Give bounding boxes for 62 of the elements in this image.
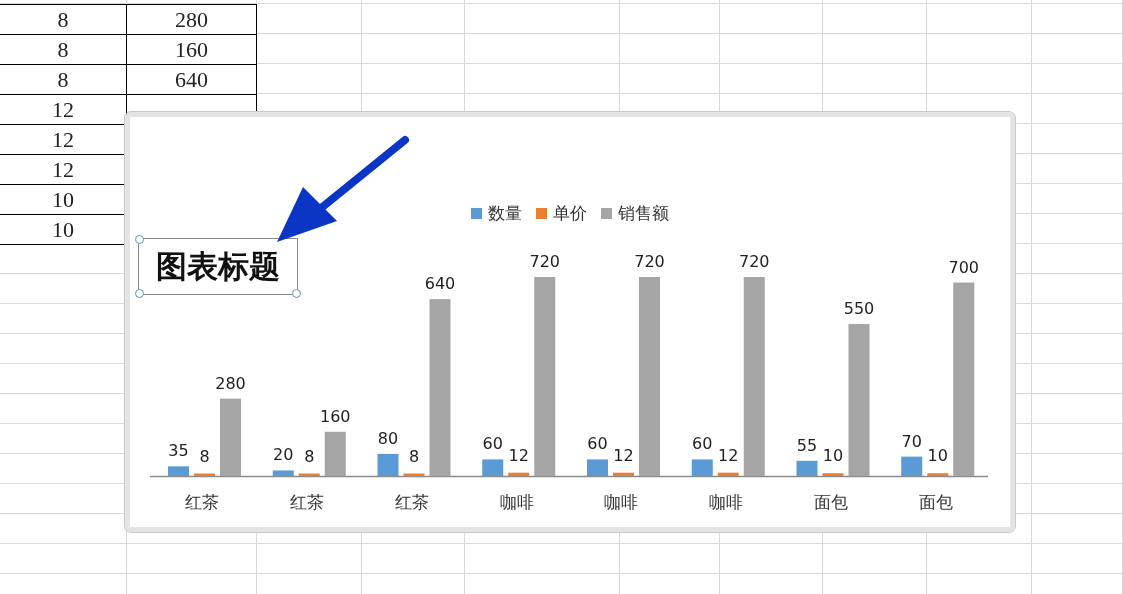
table-cell: 160	[127, 35, 257, 65]
bar	[194, 473, 215, 476]
table-cell: 8	[0, 35, 127, 65]
data-label: 720	[739, 252, 770, 271]
data-label: 70	[901, 431, 922, 451]
bar	[272, 470, 294, 476]
category-label: 红茶	[394, 492, 429, 512]
bar	[168, 466, 189, 476]
resize-handle[interactable]	[135, 235, 144, 244]
bar	[377, 453, 399, 476]
bar	[691, 459, 713, 476]
data-label: 60	[692, 434, 713, 454]
data-label: 12	[718, 445, 739, 465]
legend-label: 销售额	[618, 201, 669, 225]
data-label: 550	[843, 299, 875, 318]
legend-label: 数量	[488, 201, 522, 225]
data-label: 720	[529, 252, 560, 271]
bar	[587, 459, 608, 476]
data-label: 10	[927, 446, 948, 466]
data-label: 55	[796, 435, 818, 455]
category-label: 红茶	[185, 492, 220, 512]
data-label: 35	[168, 441, 189, 461]
chart-panel[interactable]: 图表标题 数量 单价 销售额 35 8 280 红茶 20 8 160 红茶 80 8 640 红茶 60 12 720 咖啡 60 12 720 咖啡 60 12 720 咖啡 55 10 550 面包 70 10 700 面包	[125, 112, 1015, 532]
bar	[482, 459, 504, 476]
data-label: 160	[320, 406, 351, 426]
data-label: 12	[508, 445, 529, 465]
legend-label: 单价	[553, 201, 587, 225]
bar	[901, 456, 923, 476]
category-label: 咖啡	[604, 492, 639, 512]
bar	[324, 431, 346, 476]
bar	[822, 473, 844, 476]
data-label: 640	[424, 274, 456, 294]
data-label: 8	[199, 446, 210, 466]
data-label: 720	[634, 252, 665, 271]
data-label: 280	[215, 373, 246, 393]
category-label: 面包	[813, 492, 848, 512]
table-cell: 640	[127, 65, 257, 95]
category-label: 面包	[918, 492, 953, 512]
category-label: 咖啡	[709, 492, 744, 512]
table-cell: 280	[127, 5, 257, 35]
category-label: 红茶	[290, 492, 325, 512]
bar	[298, 473, 320, 476]
data-label: 8	[408, 446, 420, 466]
bar	[927, 473, 949, 476]
data-label: 12	[613, 445, 634, 465]
data-label: 700	[948, 257, 979, 277]
data-label: 8	[304, 446, 315, 466]
data-label: 80	[377, 428, 399, 448]
bar	[403, 473, 425, 476]
resize-handle[interactable]	[135, 289, 144, 298]
data-label: 10	[822, 446, 844, 466]
bar	[717, 472, 739, 476]
data-label: 60	[482, 434, 503, 454]
data-label: 20	[273, 445, 294, 465]
bar	[796, 460, 818, 476]
table-cell: 8	[0, 65, 127, 95]
category-label: 咖啡	[499, 492, 534, 512]
resize-handle[interactable]	[292, 289, 301, 298]
bar	[508, 472, 530, 476]
data-label: 60	[587, 434, 608, 454]
bar	[613, 472, 634, 476]
table-cell: 8	[0, 5, 127, 35]
